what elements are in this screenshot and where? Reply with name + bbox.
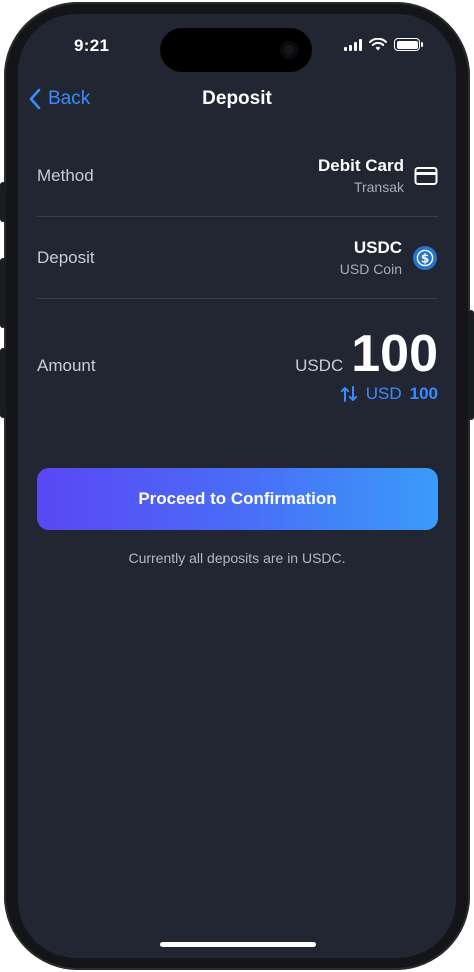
- method-subtitle: Transak: [353, 179, 404, 195]
- usdc-coin-icon: $: [413, 245, 437, 270]
- deposit-label: Deposit: [37, 247, 95, 267]
- wifi-icon: [369, 38, 387, 51]
- proceed-button[interactable]: Proceed to Confirmation: [37, 468, 438, 530]
- deposit-row[interactable]: Deposit USDC USD Coin $: [37, 238, 438, 277]
- currency-toggle[interactable]: USD 100: [295, 384, 438, 404]
- amount-value: 100: [351, 325, 438, 383]
- power-button: [468, 310, 474, 420]
- status-time: 9:21: [74, 36, 110, 55]
- conversion-value: 100: [409, 384, 438, 403]
- volume-up-button: [0, 258, 6, 328]
- amount-label: Amount: [37, 356, 96, 375]
- cellular-signal-icon: [344, 38, 362, 51]
- dynamic-island: [160, 28, 312, 72]
- divider: [37, 298, 438, 299]
- home-indicator[interactable]: [160, 942, 316, 947]
- deposit-value: USDC USD Coin $: [340, 238, 438, 277]
- volume-down-button: [0, 348, 6, 418]
- swap-arrows-icon: [340, 386, 357, 402]
- amount-unit: USDC: [295, 356, 344, 375]
- battery-icon: [394, 38, 423, 51]
- status-bar: 9:21: [18, 14, 456, 74]
- navigation-bar: Back Deposit: [18, 82, 456, 116]
- status-icons: [344, 38, 423, 51]
- page-title: Deposit: [202, 88, 272, 109]
- svg-text:$: $: [421, 251, 429, 265]
- screen: 9:21 Back Deposit Method Debit Card Tran…: [18, 14, 456, 958]
- camera-icon: [280, 41, 298, 59]
- method-value: Debit Card Transak: [318, 156, 438, 195]
- silent-switch: [0, 182, 6, 222]
- method-title: Debit Card: [318, 156, 404, 175]
- divider: [37, 216, 438, 217]
- deposit-title: USDC: [353, 238, 402, 257]
- credit-card-icon: [414, 166, 438, 185]
- deposit-subtitle: USD Coin: [339, 261, 402, 277]
- method-label: Method: [37, 165, 94, 185]
- deposit-note: Currently all deposits are in USDC.: [128, 550, 346, 566]
- method-row[interactable]: Method Debit Card Transak: [37, 156, 438, 195]
- conversion-unit: USD: [365, 384, 402, 403]
- amount-display[interactable]: USDC 100 USD 100: [295, 328, 438, 404]
